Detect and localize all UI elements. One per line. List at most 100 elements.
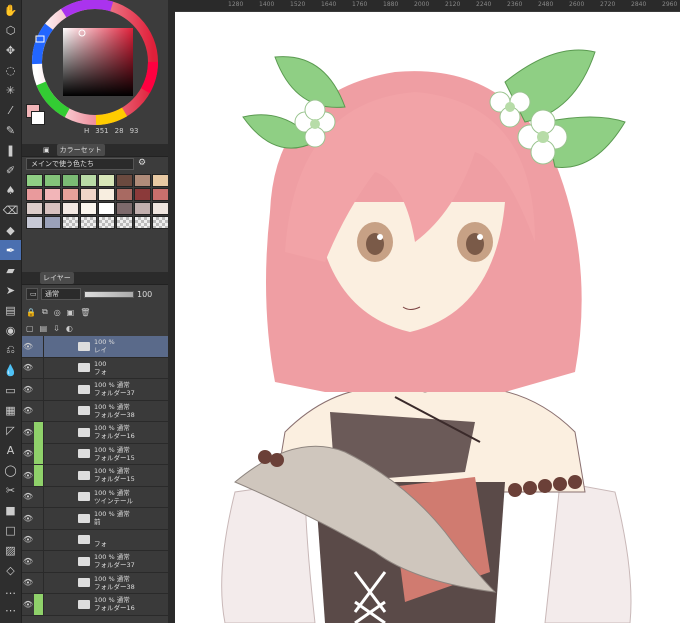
layer-row[interactable]: 👁 100 % 通常 フォルダー38 [22,572,168,594]
pen-tool-icon[interactable]: ✒ [0,240,21,260]
pencil-icon[interactable]: ✐ [0,160,21,180]
tab-color-set[interactable]: カラーセット [56,144,105,156]
color-swatch[interactable] [62,216,79,229]
zoom-icon[interactable]: ⬡ [0,20,21,40]
layer-mask-icon[interactable]: ◐ [66,324,73,333]
layer-check[interactable] [34,443,44,465]
gradient-icon[interactable]: ▤ [0,300,21,320]
eye-icon[interactable]: 👁 [22,449,34,458]
color-swatch[interactable] [134,174,151,187]
color-swatch[interactable] [116,202,133,215]
color-swatch[interactable] [134,216,151,229]
layer-row[interactable]: 👁 100 フォ [22,357,168,379]
color-set-select[interactable]: メインで使う色たち [26,158,134,170]
layer-row[interactable]: 👁 100 % 通常前 [22,507,168,530]
select-arrow-icon[interactable]: ➤ [0,280,21,300]
tab-layer[interactable]: レイヤー [40,272,74,284]
layer-row[interactable]: 👁 100 % 通常 フォルダー16 [22,593,168,616]
eye-icon[interactable]: 👁 [22,578,34,587]
layer-row[interactable]: 👁 100 % 通常 フォルダー38 [22,400,168,422]
layer-row[interactable]: 👁 フォ [22,529,168,551]
layer-check[interactable] [34,335,44,357]
color-wheel[interactable] [30,0,160,125]
eye-icon[interactable]: 👁 [22,557,34,566]
layer-row[interactable]: 👁 100 % 通常 フォルダー15 [22,464,168,487]
color-swatch[interactable] [62,188,79,201]
layer-row[interactable]: 👁 100 % 通常 ツインテール [22,486,168,508]
new-layer-icon[interactable]: ▢ [26,324,34,333]
ruler-icon[interactable]: ◸ [0,420,21,440]
color-swatch[interactable] [26,174,43,187]
color-swatch[interactable] [152,202,169,215]
lasso-icon[interactable]: ◌ [0,60,21,80]
eye-icon[interactable]: 👁 [22,535,34,544]
layer-row[interactable]: 👁 100 % 通常 フォルダー16 [22,421,168,444]
color-swatch[interactable] [80,174,97,187]
color-swatch[interactable] [44,202,61,215]
eyedropper-icon[interactable]: ⁄ [0,100,21,120]
color-swatch[interactable] [98,188,115,201]
line-correct-icon[interactable]: ✂ [0,480,21,500]
layer-check[interactable] [34,550,44,572]
eraser-icon[interactable]: ▰ [0,260,21,280]
droplet-icon[interactable]: 💧 [0,360,21,380]
misc-icon[interactable]: … [0,580,21,600]
bucket-icon[interactable]: ◆ [0,220,21,240]
eye-icon[interactable]: 👁 [22,385,34,394]
color-swatch[interactable] [116,174,133,187]
frame-icon[interactable]: ▦ [0,400,21,420]
blend-mode-select[interactable]: 通常 [41,288,81,300]
color-swatch[interactable] [26,188,43,201]
eye-icon[interactable]: 👁 [22,600,34,609]
color-swatch[interactable] [44,188,61,201]
eye-icon[interactable]: 👁 [22,471,34,480]
layer-row[interactable]: 👁 100 % 通常 フォルダー37 [22,550,168,573]
blend-icon[interactable]: ⎌ [0,340,21,360]
airbrush-icon[interactable]: ⌫ [0,200,21,220]
new-folder-icon[interactable]: ▤ [40,324,48,333]
move-icon[interactable]: ✥ [0,40,21,60]
color-swatch[interactable] [98,202,115,215]
layer-check[interactable] [34,400,44,422]
color-swatch[interactable] [116,188,133,201]
color-swatch[interactable] [44,174,61,187]
layer-check[interactable] [34,593,44,615]
color-swatch[interactable] [152,188,169,201]
balloon-icon[interactable]: ◯ [0,460,21,480]
color-swatch[interactable] [116,216,133,229]
lock-icon[interactable]: 🔒 [26,308,36,317]
more-icon[interactable]: ⋯ [0,600,21,620]
color-swatch[interactable] [26,216,43,229]
clip-icon[interactable]: ⧉ [42,307,48,317]
brush-icon[interactable]: ❚ [0,140,21,160]
layer-check[interactable] [34,507,44,529]
drawing-canvas[interactable] [175,12,680,623]
color-swatch[interactable] [26,202,43,215]
layer-check[interactable] [34,486,44,508]
tab-icon[interactable]: ▣ [40,145,53,155]
color-swatch[interactable] [80,216,97,229]
hand-icon[interactable]: ✋ [0,0,21,20]
color-swatch[interactable] [80,202,97,215]
layer-check[interactable] [34,378,44,400]
merge-icon[interactable]: ⇩ [53,324,60,333]
text-icon[interactable]: A [0,440,21,460]
sub-color-swatch[interactable] [31,111,45,125]
layer-row[interactable]: 👁 100 % 通常 フォルダー37 [22,378,168,401]
color-swatch[interactable] [134,202,151,215]
color-swatch[interactable] [44,216,61,229]
mask-icon[interactable]: ▣ [67,308,75,317]
pen-icon[interactable]: ✎ [0,120,21,140]
swatch-main-icon[interactable]: ■ [0,500,21,520]
wand-icon[interactable]: ✳ [0,80,21,100]
layer-check[interactable] [34,357,44,379]
eye-icon[interactable]: 👁 [22,342,34,351]
fill-icon[interactable]: ◉ [0,320,21,340]
layer-check[interactable] [34,464,44,486]
opacity-slider[interactable] [84,290,134,298]
trash-icon[interactable]: 🗑 [80,308,90,317]
layer-check[interactable] [34,572,44,594]
color-swatch[interactable] [62,202,79,215]
layer-check[interactable] [34,421,44,443]
wrench-icon[interactable]: ⚙ [138,158,146,168]
